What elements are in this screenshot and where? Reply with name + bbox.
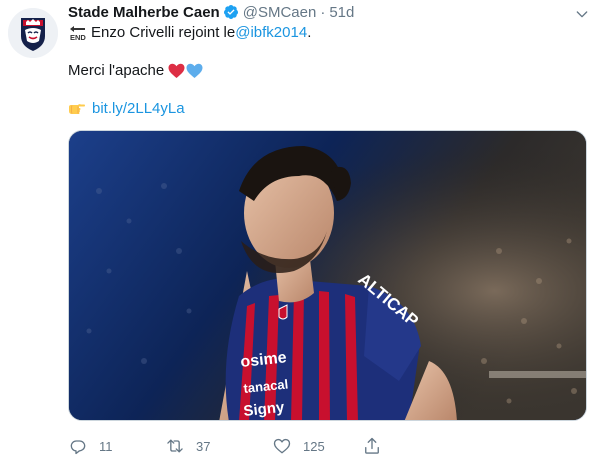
mention-link[interactable]: @ibfk2014	[235, 23, 307, 43]
like-count: 125	[303, 438, 325, 454]
retweet-icon	[165, 436, 185, 456]
like-heart-icon	[272, 436, 292, 456]
retweet-button[interactable]: 37	[165, 436, 278, 456]
short-link[interactable]: bit.ly/2LL4yLa	[92, 99, 185, 119]
tweet-actions: 11 37 125	[68, 436, 393, 456]
tweet-text-line-3: bit.ly/2LL4yLa	[68, 99, 185, 119]
avatar[interactable]	[8, 8, 58, 58]
tweet-text: Enzo Crivelli rejoint le	[91, 24, 236, 41]
tweet-text-suffix: .	[307, 24, 312, 41]
tweet-text-line-1: END Enzo Crivelli rejoint le @ibfk2014 .	[68, 23, 311, 43]
smcaen-crest-icon	[8, 8, 58, 58]
retweet-count: 37	[196, 438, 211, 454]
blue-heart-icon	[186, 63, 203, 79]
tweet-text: Merci l'apache	[68, 62, 165, 79]
reply-icon	[68, 436, 88, 456]
svg-text:END: END	[70, 33, 86, 41]
tweet-media-photo[interactable]: ALTICAP osime tanacal Signy	[68, 130, 587, 421]
share-icon	[362, 436, 382, 456]
tweet-timestamp[interactable]: 51d	[329, 4, 354, 21]
author-handle[interactable]: @SMCaen	[243, 4, 317, 21]
like-button[interactable]: 125	[272, 436, 362, 456]
tweet-text-line-2: Merci l'apache	[68, 61, 203, 81]
player-photo: ALTICAP osime tanacal Signy	[69, 131, 586, 420]
reply-button[interactable]: 11	[68, 436, 138, 456]
share-button[interactable]	[362, 436, 393, 456]
red-heart-icon	[168, 63, 185, 79]
tweet[interactable]: Stade Malherbe Caen @SMCaen · 51d END En…	[0, 0, 600, 475]
separator-dot: ·	[320, 3, 326, 21]
verified-badge-icon	[223, 4, 239, 20]
end-arrow-icon: END	[68, 25, 88, 41]
tweet-header: Stade Malherbe Caen @SMCaen · 51d	[68, 2, 354, 22]
reply-count: 11	[99, 438, 113, 454]
author-name[interactable]: Stade Malherbe Caen	[68, 4, 220, 21]
chevron-down-icon[interactable]	[574, 6, 590, 22]
backhand-index-pointing-right-icon	[68, 101, 86, 117]
